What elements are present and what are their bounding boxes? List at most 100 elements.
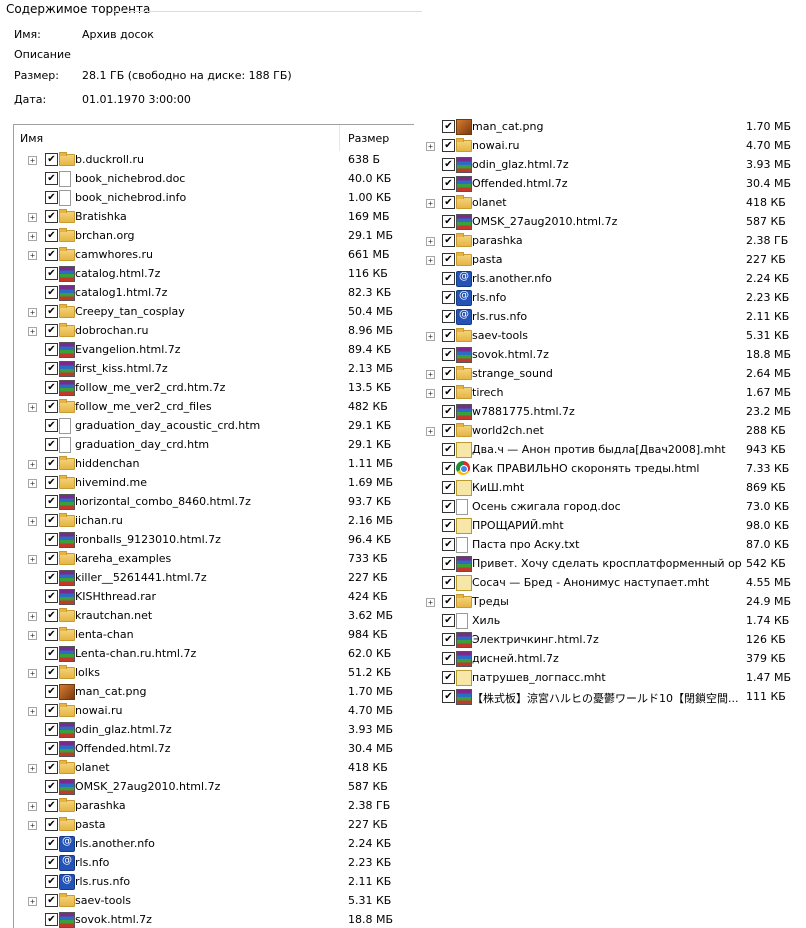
- file-row[interactable]: ✔ дисней.html.7z 379 КБ: [422, 650, 806, 669]
- expand-icon[interactable]: +: [28, 517, 37, 526]
- file-row[interactable]: ✔ rls.rus.nfo 2.11 КБ: [14, 873, 414, 892]
- file-row[interactable]: + ✔ parashka 2.38 ГБ: [14, 797, 414, 816]
- file-checkbox[interactable]: ✔: [45, 761, 58, 774]
- file-checkbox[interactable]: ✔: [45, 818, 58, 831]
- file-row[interactable]: + ✔ lolks 51.2 КБ: [14, 664, 414, 683]
- file-checkbox[interactable]: ✔: [45, 894, 58, 907]
- file-row[interactable]: + ✔ pasta 227 КБ: [14, 816, 414, 835]
- column-separator[interactable]: [339, 125, 340, 151]
- file-row[interactable]: ✔ Offended.html.7z 30.4 МБ: [422, 175, 806, 194]
- file-row[interactable]: ✔ ПРОЩАРИЙ.mht 98.0 КБ: [422, 517, 806, 536]
- file-checkbox[interactable]: ✔: [442, 424, 455, 437]
- file-checkbox[interactable]: ✔: [442, 253, 455, 266]
- file-row[interactable]: + ✔ Creepy_tan_cosplay 50.4 МБ: [14, 303, 414, 322]
- file-checkbox[interactable]: ✔: [45, 666, 58, 679]
- file-checkbox[interactable]: ✔: [45, 495, 58, 508]
- file-row[interactable]: ✔ Два.ч — Анон против быдла[Двач2008].mht…: [422, 441, 806, 460]
- file-row[interactable]: ✔ man_cat.png 1.70 МБ: [14, 683, 414, 702]
- file-checkbox[interactable]: ✔: [442, 310, 455, 323]
- expand-icon[interactable]: +: [28, 308, 37, 317]
- file-row[interactable]: ✔ catalog.html.7z 116 КБ: [14, 265, 414, 284]
- file-checkbox[interactable]: ✔: [442, 348, 455, 361]
- file-checkbox[interactable]: ✔: [45, 419, 58, 432]
- expand-icon[interactable]: +: [426, 598, 435, 607]
- expand-icon[interactable]: +: [28, 156, 37, 165]
- file-row[interactable]: ✔ first_kiss.html.7z 2.13 МБ: [14, 360, 414, 379]
- file-checkbox[interactable]: ✔: [442, 614, 455, 627]
- file-row[interactable]: + ✔ tirech 1.67 МБ: [422, 384, 806, 403]
- expand-icon[interactable]: +: [28, 631, 37, 640]
- file-checkbox[interactable]: ✔: [442, 120, 455, 133]
- file-checkbox[interactable]: ✔: [45, 723, 58, 736]
- file-checkbox[interactable]: ✔: [45, 799, 58, 812]
- file-checkbox[interactable]: ✔: [45, 742, 58, 755]
- file-row[interactable]: ✔ KISHthread.rar 424 КБ: [14, 588, 414, 607]
- file-checkbox[interactable]: ✔: [45, 400, 58, 413]
- file-checkbox[interactable]: ✔: [442, 462, 455, 475]
- expand-icon[interactable]: +: [28, 612, 37, 621]
- file-row[interactable]: ✔ horizontal_combo_8460.html.7z 93.7 КБ: [14, 493, 414, 512]
- expand-icon[interactable]: +: [28, 213, 37, 222]
- file-checkbox[interactable]: ✔: [442, 386, 455, 399]
- file-checkbox[interactable]: ✔: [45, 780, 58, 793]
- file-checkbox[interactable]: ✔: [442, 215, 455, 228]
- file-row[interactable]: + ✔ b.duckroll.ru 638 Б: [14, 151, 414, 170]
- file-checkbox[interactable]: ✔: [442, 234, 455, 247]
- file-checkbox[interactable]: ✔: [45, 210, 58, 223]
- file-row[interactable]: ✔ rls.another.nfo 2.24 КБ: [14, 835, 414, 854]
- file-checkbox[interactable]: ✔: [45, 153, 58, 166]
- file-checkbox[interactable]: ✔: [442, 481, 455, 494]
- file-checkbox[interactable]: ✔: [45, 514, 58, 527]
- file-row[interactable]: ✔ OMSK_27aug2010.html.7z 587 КБ: [14, 778, 414, 797]
- file-checkbox[interactable]: ✔: [45, 628, 58, 641]
- file-checkbox[interactable]: ✔: [442, 538, 455, 551]
- file-row[interactable]: ✔ Lenta-chan.ru.html.7z 62.0 КБ: [14, 645, 414, 664]
- file-tree-right[interactable]: ✔ man_cat.png 1.70 МБ + ✔ nowai.ru 4.70 МБ ✔ odi…: [422, 118, 806, 718]
- file-row[interactable]: + ✔ pasta 227 КБ: [422, 251, 806, 270]
- file-row[interactable]: + ✔ saev-tools 5.31 КБ: [14, 892, 414, 911]
- file-checkbox[interactable]: ✔: [442, 367, 455, 380]
- file-checkbox[interactable]: ✔: [45, 533, 58, 546]
- file-checkbox[interactable]: ✔: [45, 457, 58, 470]
- file-row[interactable]: ✔ Осень сжигала город.doc 73.0 КБ: [422, 498, 806, 517]
- file-checkbox[interactable]: ✔: [45, 305, 58, 318]
- file-checkbox[interactable]: ✔: [442, 557, 455, 570]
- expand-icon[interactable]: +: [426, 370, 435, 379]
- file-row[interactable]: ✔ rls.rus.nfo 2.11 КБ: [422, 308, 806, 327]
- file-row[interactable]: ✔ book_nichebrod.info 1.00 КБ: [14, 189, 414, 208]
- file-row[interactable]: ✔ graduation_day_crd.htm 29.1 КБ: [14, 436, 414, 455]
- file-checkbox[interactable]: ✔: [442, 177, 455, 190]
- file-checkbox[interactable]: ✔: [45, 913, 58, 926]
- expand-icon[interactable]: +: [28, 555, 37, 564]
- file-checkbox[interactable]: ✔: [442, 291, 455, 304]
- file-checkbox[interactable]: ✔: [45, 286, 58, 299]
- expand-icon[interactable]: +: [28, 403, 37, 412]
- expand-icon[interactable]: +: [426, 389, 435, 398]
- expand-icon[interactable]: +: [426, 199, 435, 208]
- file-checkbox[interactable]: ✔: [45, 609, 58, 622]
- file-row[interactable]: + ✔ olanet 418 КБ: [14, 759, 414, 778]
- expand-icon[interactable]: +: [28, 460, 37, 469]
- expand-icon[interactable]: +: [426, 237, 435, 246]
- file-checkbox[interactable]: ✔: [45, 856, 58, 869]
- file-row[interactable]: ✔ КиШ.mht 869 КБ: [422, 479, 806, 498]
- expand-icon[interactable]: +: [28, 802, 37, 811]
- expand-icon[interactable]: +: [28, 764, 37, 773]
- file-row[interactable]: + ✔ lenta-chan 984 КБ: [14, 626, 414, 645]
- file-checkbox[interactable]: ✔: [45, 704, 58, 717]
- expand-icon[interactable]: +: [28, 251, 37, 260]
- file-checkbox[interactable]: ✔: [45, 685, 58, 698]
- file-checkbox[interactable]: ✔: [442, 576, 455, 589]
- file-row[interactable]: + ✔ camwhores.ru 661 МБ: [14, 246, 414, 265]
- file-row[interactable]: + ✔ kareha_examples 733 КБ: [14, 550, 414, 569]
- file-row[interactable]: + ✔ hiddenchan 1.11 МБ: [14, 455, 414, 474]
- file-row[interactable]: ✔ catalog1.html.7z 82.3 КБ: [14, 284, 414, 303]
- file-row[interactable]: + ✔ olanet 418 КБ: [422, 194, 806, 213]
- file-checkbox[interactable]: ✔: [45, 438, 58, 451]
- file-checkbox[interactable]: ✔: [45, 647, 58, 660]
- expand-icon[interactable]: +: [28, 707, 37, 716]
- file-row[interactable]: ✔ Паста про Аску.txt 87.0 КБ: [422, 536, 806, 555]
- file-checkbox[interactable]: ✔: [45, 343, 58, 356]
- file-checkbox[interactable]: ✔: [442, 329, 455, 342]
- file-row[interactable]: + ✔ brchan.org 29.1 МБ: [14, 227, 414, 246]
